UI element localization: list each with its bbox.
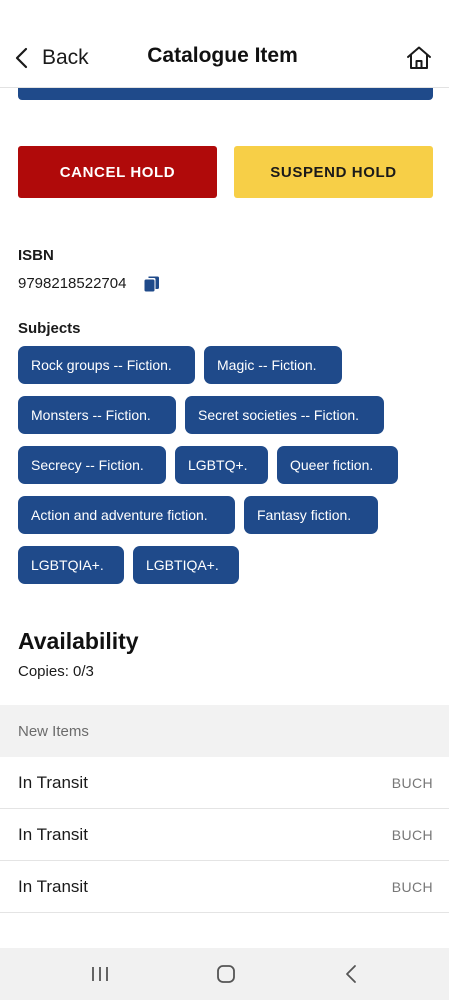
subject-chip[interactable]: Monsters -- Fiction. <box>18 396 176 434</box>
group-header: New Items <box>0 705 449 757</box>
item-location: BUCH <box>391 775 433 791</box>
isbn-label: ISBN <box>18 247 54 264</box>
home-circle-icon[interactable] <box>214 962 238 986</box>
subject-chip[interactable]: Secret societies -- Fiction. <box>185 396 384 434</box>
scrolled-banner <box>18 88 433 100</box>
subject-chip[interactable]: Fantasy fiction. <box>244 496 378 534</box>
system-nav-bar <box>0 948 449 1000</box>
item-status: In Transit <box>18 773 88 792</box>
suspend-hold-button[interactable]: SUSPEND HOLD <box>234 146 433 198</box>
cancel-hold-button[interactable]: CANCEL HOLD <box>18 146 217 198</box>
list-item[interactable]: In Transit BUCH <box>0 757 449 809</box>
list-item[interactable]: In Transit BUCH <box>0 861 449 913</box>
back-arrow-icon[interactable] <box>340 962 364 986</box>
page-title-text: Catalogue Item <box>147 44 298 67</box>
isbn-value: 9798218522704 <box>18 275 127 292</box>
availability-title: Availability <box>18 628 139 654</box>
subject-chip[interactable]: LGBTQIA+. <box>18 546 124 584</box>
page-title: Catalogue Item <box>0 44 449 68</box>
copies-count: Copies: 0/3 <box>18 663 94 680</box>
subject-chip[interactable]: LGBTQ+. <box>175 446 268 484</box>
subject-chip[interactable]: Secrecy -- Fiction. <box>18 446 166 484</box>
subjects-label: Subjects <box>18 320 81 337</box>
item-location: BUCH <box>391 827 433 843</box>
app-header: Back Catalogue Item <box>0 0 449 88</box>
subject-chip[interactable]: Magic -- Fiction. <box>204 346 342 384</box>
subject-chip[interactable]: LGBTIQA+. <box>133 546 239 584</box>
recents-icon[interactable] <box>88 962 112 986</box>
subject-chip[interactable]: Queer fiction. <box>277 446 398 484</box>
item-status: In Transit <box>18 877 88 896</box>
list-item[interactable]: In Transit BUCH <box>0 809 449 861</box>
copy-icon[interactable] <box>143 275 161 293</box>
subject-chip[interactable]: Rock groups -- Fiction. <box>18 346 195 384</box>
item-status: In Transit <box>18 825 88 844</box>
item-location: BUCH <box>391 879 433 895</box>
home-icon[interactable] <box>405 44 433 72</box>
subject-chip[interactable]: Action and adventure fiction. <box>18 496 235 534</box>
